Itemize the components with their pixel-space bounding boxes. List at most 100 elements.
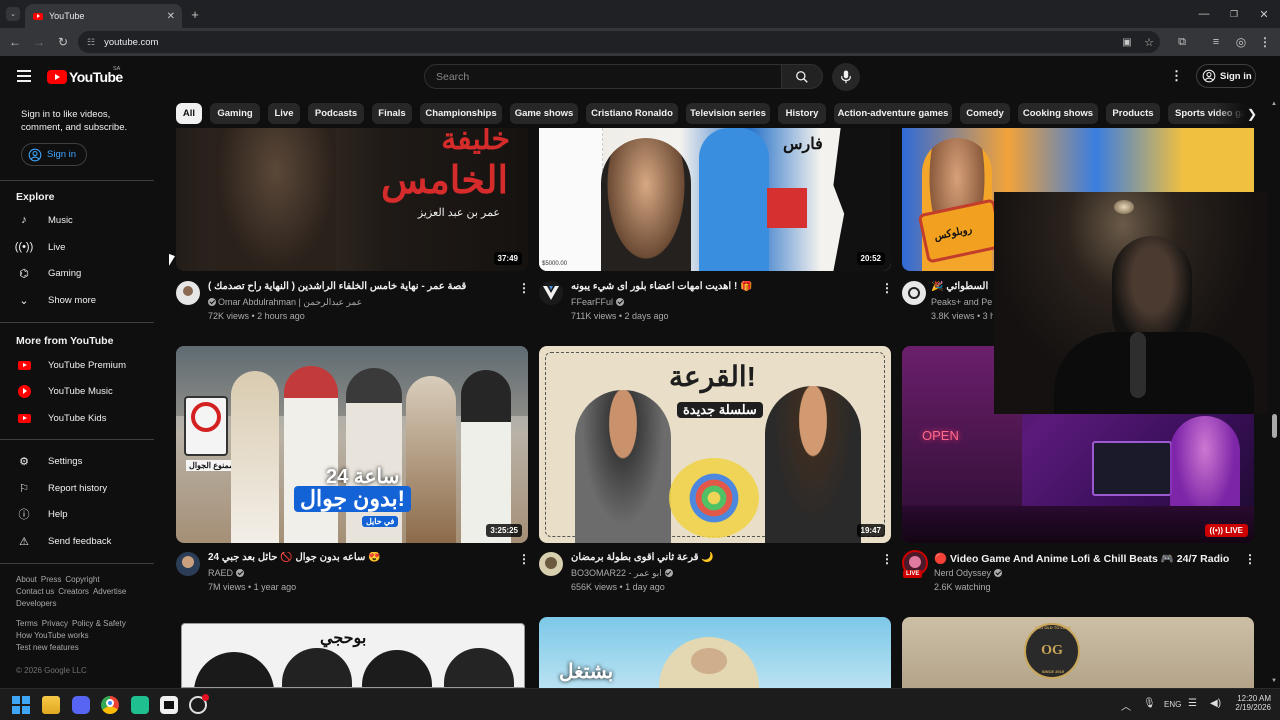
clock[interactable]: 12:20 AM 2/19/2026: [1231, 694, 1271, 712]
chip-history[interactable]: History: [778, 103, 826, 124]
channel-avatar[interactable]: [176, 552, 200, 576]
chip-products[interactable]: Products: [1106, 103, 1160, 124]
voice-search-button[interactable]: [832, 63, 860, 91]
video-thumbnail[interactable]: بوحجي: [181, 623, 525, 688]
more-actions-icon[interactable]: ⋮: [518, 282, 530, 294]
sidebar-item-live[interactable]: ((•)) Live: [15, 236, 154, 258]
scroll-up-arrow-icon[interactable]: ▲: [1271, 101, 1277, 107]
windows-start-icon[interactable]: [12, 696, 30, 714]
forward-arrow-icon[interactable]: →: [31, 35, 47, 49]
sign-in-button[interactable]: Sign in: [1196, 64, 1256, 88]
chip-television-series[interactable]: Television series: [686, 103, 770, 124]
footer-link[interactable]: Privacy: [42, 619, 68, 628]
footer-link[interactable]: Creators: [58, 587, 89, 596]
file-explorer-icon[interactable]: [42, 696, 60, 714]
scrollbar-thumb[interactable]: [1272, 414, 1277, 438]
more-actions-icon[interactable]: ⋮: [881, 282, 893, 294]
video-thumbnail[interactable]: القرعة! سلسلة جديدة 19:47: [539, 346, 891, 543]
chip-podcasts[interactable]: Podcasts: [308, 103, 364, 124]
sidebar-item-youtube-music[interactable]: YouTube Music: [16, 380, 154, 402]
maximize-button[interactable]: ❐: [1227, 7, 1241, 21]
hamburger-menu-icon[interactable]: [17, 70, 31, 82]
profile-icon[interactable]: ◎: [1234, 35, 1248, 49]
footer-link[interactable]: Policy & Safety: [72, 619, 126, 628]
video-thumbnail[interactable]: خليفة الخامس عمر بن عبد العزيز 37:49: [176, 128, 528, 271]
chip-game-shows[interactable]: Game shows: [510, 103, 578, 124]
video-thumbnail[interactable]: فارس $5000.00 20:52: [539, 128, 891, 271]
video-title[interactable]: أهديت امهات اعضاء بلور اى شيء يبونه ! 🎁: [571, 281, 871, 292]
tab-search-icon[interactable]: ⌄: [6, 7, 20, 21]
chrome-icon[interactable]: [101, 696, 119, 714]
sidebar-item-show-more[interactable]: ⌄ Show more: [16, 289, 154, 311]
footer-link[interactable]: Press: [41, 575, 61, 584]
chip-gaming[interactable]: Gaming: [210, 103, 260, 124]
video-thumbnail[interactable]: ممنوع الجوال 24 ساعة بدون جوال! في حايل …: [176, 346, 528, 543]
sidebar-item-send-feedback[interactable]: ⚠ Send feedback: [16, 530, 154, 552]
channel-avatar[interactable]: [539, 281, 563, 305]
browser-tab-youtube[interactable]: YouTube ✕: [25, 4, 182, 28]
reload-icon[interactable]: ↻: [55, 35, 71, 49]
chip-action-adventure-games[interactable]: Action-adventure games: [834, 103, 952, 124]
video-title[interactable]: 🔴 Video Game And Anime Lofi & Chill Beat…: [934, 552, 1244, 565]
chip-finals[interactable]: Finals: [372, 103, 412, 124]
sidebar-item-report-history[interactable]: ⚐ Report history: [16, 477, 154, 499]
search-button[interactable]: [781, 64, 823, 89]
channel-name[interactable]: RAED: [208, 568, 245, 578]
microphone-tray-icon[interactable]: 🎙: [1143, 698, 1156, 709]
chip-live[interactable]: Live: [268, 103, 300, 124]
sidebar-item-youtube-kids[interactable]: YouTube Kids: [16, 407, 154, 429]
language-indicator[interactable]: ENG: [1164, 700, 1181, 709]
channel-name[interactable]: BO3OMAR22 - ابو عمر: [571, 568, 673, 579]
app-icon[interactable]: [131, 696, 149, 714]
footer-link[interactable]: Copyright: [65, 575, 99, 584]
tab-close-icon[interactable]: ✕: [167, 11, 175, 22]
channel-name[interactable]: Peaks+ and Pe: [931, 297, 993, 307]
chip-championships[interactable]: Championships: [420, 103, 502, 124]
more-actions-icon[interactable]: ⋮: [518, 553, 530, 565]
footer-link[interactable]: Contact us: [16, 587, 54, 596]
chevron-right-icon[interactable]: ❯: [1242, 103, 1262, 124]
footer-link[interactable]: Advertise: [93, 587, 126, 596]
video-thumbnail[interactable]: بشتغل: [539, 617, 891, 688]
channel-name[interactable]: Omar Abdulrahman | عمر عبدالرحمن: [208, 297, 362, 308]
more-actions-icon[interactable]: ⋮: [881, 553, 893, 565]
video-thumbnail[interactable]: OG TOO OLD TO LOSE SINCE 2019: [902, 617, 1254, 688]
sidebar-sign-in-button[interactable]: Sign in: [21, 143, 87, 166]
back-arrow-icon[interactable]: ←: [7, 35, 23, 49]
extensions-icon[interactable]: ⧉: [1175, 35, 1189, 49]
close-window-button[interactable]: ✕: [1257, 7, 1271, 21]
channel-avatar[interactable]: [176, 281, 200, 305]
sidebar-item-settings[interactable]: ⚙ Settings: [16, 450, 154, 472]
site-info-icon[interactable]: ☷: [87, 37, 95, 48]
video-title[interactable]: 🎉 بلبيط السطوائي: [931, 281, 991, 292]
footer-link[interactable]: About: [16, 575, 37, 584]
install-app-icon[interactable]: ▣: [1120, 35, 1134, 49]
sidebar-item-help[interactable]: ⓘ Help: [16, 503, 154, 525]
sidebar-item-gaming[interactable]: ⌬ Gaming: [16, 262, 154, 284]
capcut-icon[interactable]: [160, 696, 178, 714]
discord-icon[interactable]: [72, 696, 90, 714]
obs-icon[interactable]: [189, 694, 209, 714]
chip-comedy[interactable]: Comedy: [960, 103, 1010, 124]
more-actions-icon[interactable]: ⋮: [1244, 553, 1256, 565]
video-title[interactable]: 24 ساعه بدون جوال 🚫 حائل بعد جبي 😍: [208, 552, 508, 563]
channel-avatar[interactable]: [902, 281, 926, 305]
scrollbar-track[interactable]: [1268, 98, 1280, 688]
footer-link[interactable]: How YouTube works: [16, 631, 89, 640]
bookmark-star-icon[interactable]: ☆: [1142, 35, 1156, 49]
footer-link[interactable]: Developers: [16, 599, 56, 608]
address-bar[interactable]: ☷ youtube.com: [78, 31, 1160, 53]
video-title[interactable]: قرعة ثاني اقوى بطولة برمضان 🌙: [571, 552, 871, 563]
sidebar-item-music[interactable]: ♪ Music: [16, 209, 154, 231]
media-controls-icon[interactable]: ≡: [1209, 35, 1223, 49]
footer-link[interactable]: Test new features: [16, 643, 79, 652]
tray-chevron-up-icon[interactable]: ︿: [1121, 698, 1131, 713]
search-input[interactable]: Search: [424, 64, 782, 89]
chip-all[interactable]: All: [176, 103, 202, 124]
video-title[interactable]: قصة عمر - نهاية خامس الخلفاء الراشدين ( …: [208, 281, 508, 292]
chip-cooking-shows[interactable]: Cooking shows: [1018, 103, 1098, 124]
channel-name[interactable]: FFearFFul: [571, 297, 625, 307]
minimize-button[interactable]: —: [1197, 7, 1211, 21]
channel-avatar[interactable]: [539, 552, 563, 576]
youtube-logo[interactable]: YouTube SA: [47, 66, 123, 85]
